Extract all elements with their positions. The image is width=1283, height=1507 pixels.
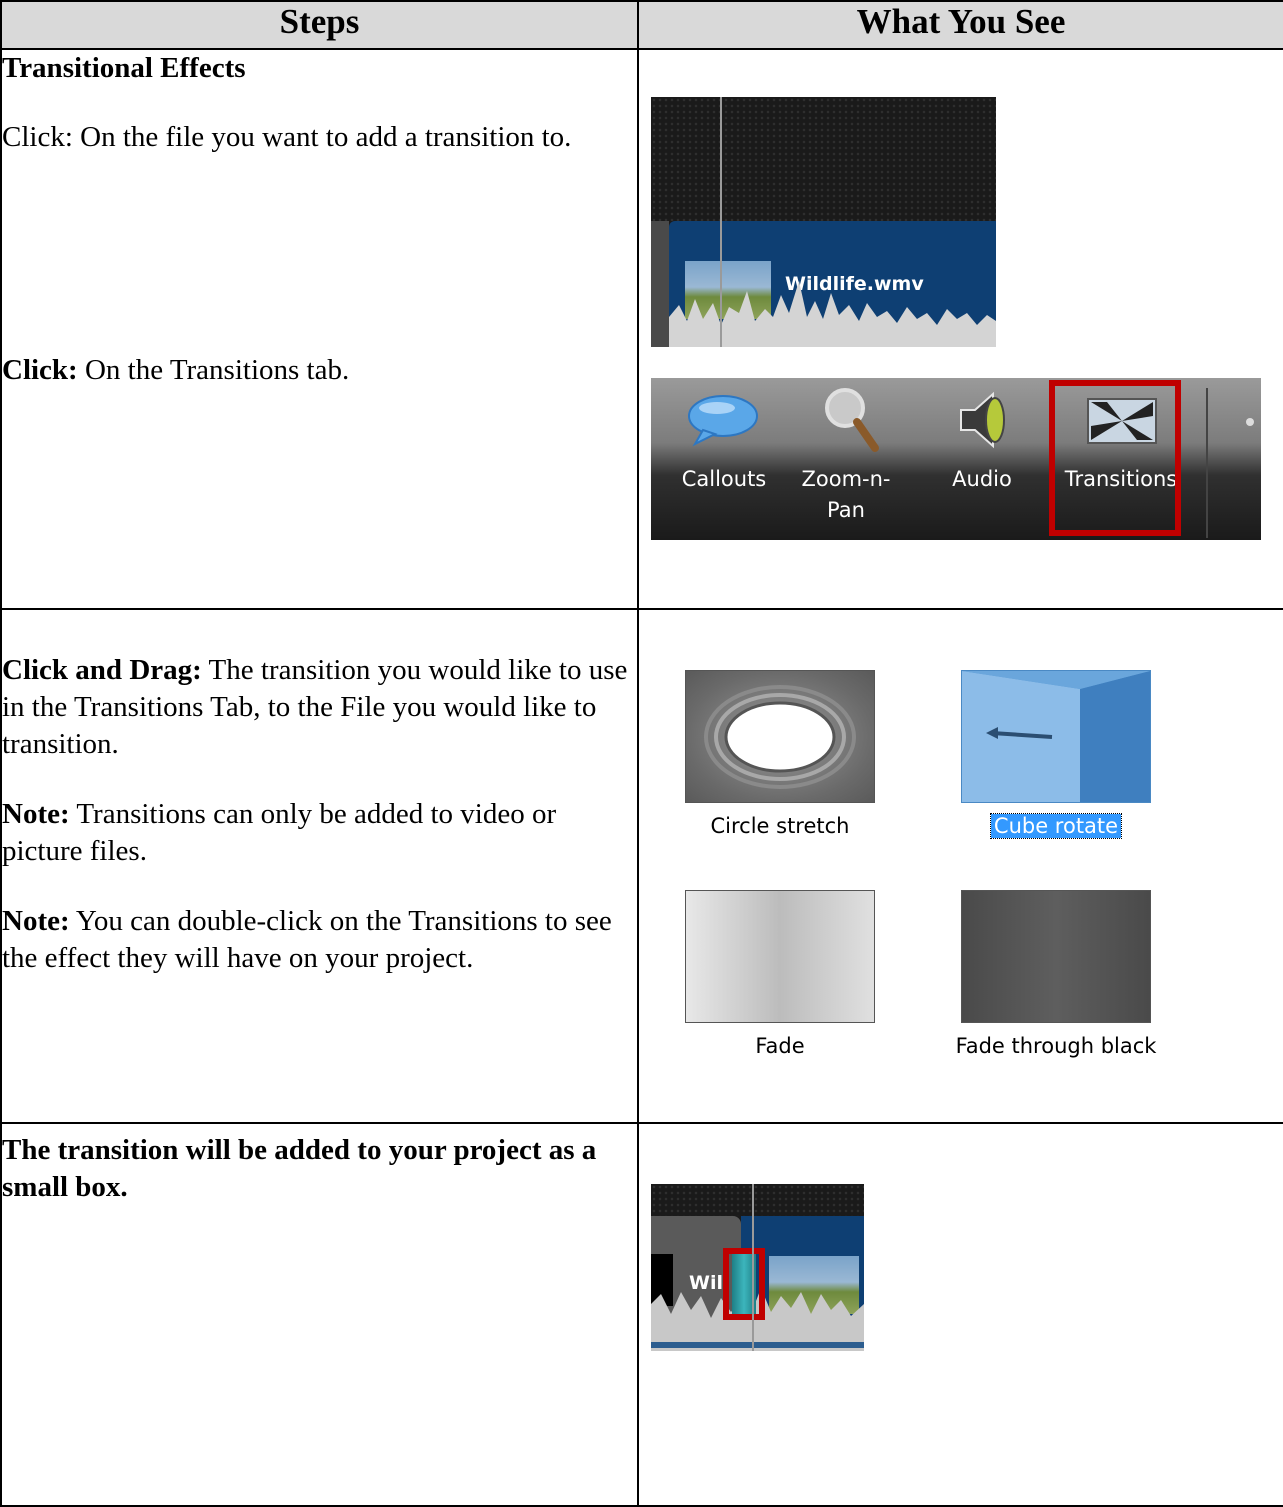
transitions-highlight-box bbox=[1049, 380, 1181, 536]
toolbar-screenshot: Callouts Zoom-n- Pan Audio Transitions bbox=[651, 378, 1261, 540]
cube-rotate-thumbnail[interactable] bbox=[961, 670, 1151, 803]
callouts-tab[interactable]: Callouts bbox=[669, 378, 779, 540]
fade-label[interactable]: Fade bbox=[685, 1034, 875, 1058]
step-text: On the file you want to add a transition… bbox=[72, 121, 572, 153]
result-text: The transition will be added to your pro… bbox=[2, 1134, 597, 1203]
row3-screens-cell: Wil bbox=[637, 1122, 1283, 1507]
timeline-screenshot: Wildlife.wmv bbox=[651, 97, 996, 347]
step-prefix: Click: bbox=[2, 121, 73, 153]
header-what-you-see: What You See bbox=[637, 0, 1283, 50]
previous-clip bbox=[651, 221, 669, 347]
callouts-label: Callouts bbox=[681, 467, 767, 491]
step-prefix: Click: bbox=[2, 354, 78, 386]
audio-waveform bbox=[669, 281, 996, 347]
audio-tab[interactable]: Audio bbox=[927, 378, 1037, 540]
section-title: Transitional Effects bbox=[2, 52, 246, 84]
note-double-click: Note: You can double-click on the Transi… bbox=[2, 903, 637, 977]
row2-screens-cell: Circle stretch Cube rotate Fade Fade thr… bbox=[637, 608, 1283, 1124]
step-prefix: Click and Drag: bbox=[2, 654, 202, 686]
timeline-with-transition-screenshot: Wil bbox=[651, 1184, 864, 1351]
zoom-n-pan-tab[interactable]: Zoom-n- Pan bbox=[791, 378, 901, 540]
step-click-transitions: Click: On the Transitions tab. bbox=[2, 352, 637, 389]
header-steps: Steps bbox=[0, 0, 639, 50]
circle-stretch-thumbnail[interactable] bbox=[685, 670, 875, 803]
row1-screens-cell: Wildlife.wmv Callouts Zoom-n- Pan Audio … bbox=[637, 48, 1283, 610]
timeline-track-area bbox=[651, 97, 996, 221]
timeline-track-area bbox=[651, 1184, 864, 1216]
toolbar-separator bbox=[1206, 388, 1208, 538]
note-prefix: Note: bbox=[2, 798, 70, 830]
playhead-line[interactable] bbox=[720, 97, 722, 347]
circle-stretch-preview bbox=[704, 685, 856, 789]
row3-steps-cell: The transition will be added to your pro… bbox=[0, 1122, 639, 1507]
step-drag-transition: Click and Drag: The transition you would… bbox=[2, 652, 637, 763]
note-text: Transitions can only be added to video o… bbox=[2, 798, 557, 867]
instruction-table: Steps What You See Transitional Effects … bbox=[0, 0, 1283, 1507]
note-video-picture: Note: Transitions can only be added to v… bbox=[2, 796, 637, 870]
row2-steps-cell: Click and Drag: The transition you would… bbox=[0, 608, 639, 1124]
note-text: You can double-click on the Transitions … bbox=[2, 905, 612, 974]
fade-thumbnail[interactable] bbox=[685, 890, 875, 1023]
step-select-file: Click: On the file you want to add a tra… bbox=[2, 119, 637, 156]
note-prefix: Note: bbox=[2, 905, 70, 937]
speaker-icon bbox=[960, 391, 1005, 449]
row1-steps-cell: Transitional Effects Click: On the file … bbox=[0, 48, 639, 610]
zoom-n-pan-label: Zoom-n- Pan bbox=[801, 467, 891, 522]
transition-highlight-box bbox=[723, 1248, 765, 1320]
cube-rotate-preview bbox=[962, 671, 1150, 802]
audio-label: Audio bbox=[952, 467, 1012, 491]
magnifier-icon bbox=[825, 388, 879, 452]
step-text: On the Transitions tab. bbox=[77, 354, 350, 386]
cube-rotate-label[interactable]: Cube rotate bbox=[990, 813, 1122, 839]
circle-stretch-label[interactable]: Circle stretch bbox=[685, 814, 875, 838]
fade-through-black-thumbnail[interactable] bbox=[961, 890, 1151, 1023]
speech-bubble-icon bbox=[688, 395, 758, 447]
more-tools-dot bbox=[1246, 418, 1254, 426]
wildlife-clip[interactable]: Wildlife.wmv bbox=[669, 221, 996, 347]
playhead-line[interactable] bbox=[752, 1184, 754, 1351]
fade-through-black-label[interactable]: Fade through black bbox=[941, 1034, 1171, 1058]
